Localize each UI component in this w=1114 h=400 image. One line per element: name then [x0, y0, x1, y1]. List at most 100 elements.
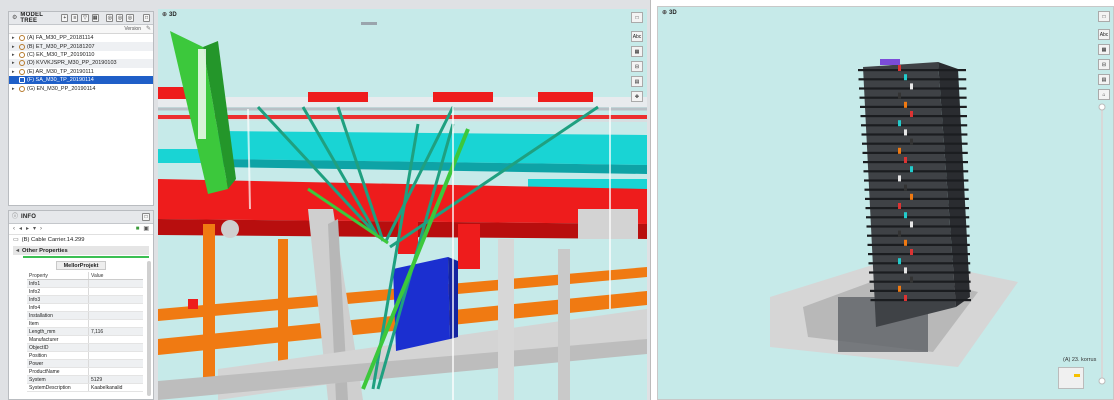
- expand-caret-icon[interactable]: ▸: [12, 44, 17, 50]
- filter-icon[interactable]: ▽: [81, 14, 89, 22]
- column-settings-icon[interactable]: ✎: [146, 25, 151, 32]
- property-row[interactable]: Item: [27, 320, 143, 328]
- layers-icon[interactable]: ≡: [71, 14, 79, 22]
- version-column-label[interactable]: Version: [124, 26, 141, 32]
- grid-icon[interactable]: ▦: [91, 14, 99, 22]
- document-icon[interactable]: ▤: [1098, 74, 1110, 85]
- property-row[interactable]: ObjectID: [27, 344, 143, 352]
- property-row[interactable]: Info4: [27, 304, 143, 312]
- property-name: Position: [27, 352, 89, 359]
- grid-toggle-icon[interactable]: ▦: [631, 46, 643, 57]
- property-row[interactable]: Installation: [27, 312, 143, 320]
- add-model-icon[interactable]: +: [61, 14, 69, 22]
- property-row[interactable]: ProductName: [27, 368, 143, 376]
- navigation-cube[interactable]: [1058, 367, 1084, 389]
- value-column-header[interactable]: Value: [89, 272, 143, 279]
- previous-icon[interactable]: ‹: [13, 226, 15, 232]
- riser-segment: [898, 203, 901, 209]
- maximize-viewport-button[interactable]: □: [1098, 11, 1110, 22]
- expand-caret-icon[interactable]: ▸: [12, 86, 17, 92]
- riser-segment: [910, 138, 913, 145]
- right-3d-viewport[interactable]: ⊕ 3D □ Abc ▦ ⊟ ▤ ⌂ (A) 23. korrus: [657, 6, 1114, 400]
- floor-slab: [867, 243, 970, 246]
- mep-model-closeup[interactable]: [158, 9, 647, 400]
- pan-icon[interactable]: ✥: [631, 91, 643, 102]
- document-icon[interactable]: ▤: [631, 76, 643, 87]
- expand-caret-icon[interactable]: ▸: [12, 52, 17, 58]
- expand-caret-icon[interactable]: ▸: [12, 35, 17, 41]
- floor-slab: [866, 225, 970, 228]
- property-row[interactable]: Info1: [27, 280, 143, 288]
- riser-segment: [910, 276, 913, 283]
- info-panel: ⓘ INFO □ ‹ ◂ ▸ ▾ › ■ ▣ ▭ (B) Cable Carri…: [8, 210, 154, 400]
- tree-item-f[interactable]: (F) SA_M30_TP_20190114: [9, 75, 153, 85]
- riser-segment: [910, 83, 913, 90]
- info-header: ⓘ INFO □: [9, 211, 153, 224]
- tree-item-a[interactable]: ▸ (A) FA_M30_PP_20181114: [9, 34, 153, 42]
- property-name: Info1: [27, 280, 89, 287]
- tree-item-c[interactable]: ▸ (C) EK_M30_TP_20190110: [9, 51, 153, 59]
- tree-item-d[interactable]: ▸ (D) KVVKJSPR_M30_PP_20190103: [9, 59, 153, 68]
- property-row[interactable]: Info2: [27, 288, 143, 296]
- floor-slab: [870, 289, 971, 292]
- property-name: SystemDescription: [27, 384, 89, 391]
- expand-caret-icon[interactable]: ▸: [12, 60, 17, 66]
- property-row[interactable]: Position: [27, 352, 143, 360]
- viewport-title-label: 3D: [669, 10, 677, 16]
- tree-item-g[interactable]: ▸ (G) EN_M30_PP_20190114: [9, 84, 153, 92]
- floor-slab: [861, 133, 968, 136]
- properties-icon[interactable]: ■: [136, 226, 140, 232]
- floor-slab: [867, 234, 970, 237]
- properties-table: Property Value Info1 Info2 Info3 Info4 Insta…: [27, 272, 143, 392]
- section-box-icon[interactable]: ⊟: [1098, 59, 1110, 70]
- floor-slab: [869, 271, 971, 274]
- property-column-header[interactable]: Property: [27, 272, 89, 279]
- attachment-icon[interactable]: ▣: [143, 226, 149, 232]
- section-box-icon[interactable]: ⊟: [631, 61, 643, 72]
- next-icon[interactable]: ›: [40, 226, 42, 232]
- grid-toggle-icon[interactable]: ▦: [1098, 44, 1110, 55]
- riser-segment: [898, 175, 901, 182]
- settings-icon[interactable]: ◎: [106, 14, 114, 22]
- property-row[interactable]: Power: [27, 360, 143, 368]
- property-row[interactable]: System 5129: [27, 376, 143, 384]
- property-row[interactable]: Length_mm 7,116: [27, 328, 143, 336]
- dropdown-icon[interactable]: ▾: [33, 226, 36, 232]
- maximize-viewport-button[interactable]: □: [631, 12, 643, 23]
- text-annotation-button[interactable]: Abc: [631, 31, 643, 42]
- maximize-panel-icon[interactable]: □: [142, 14, 150, 22]
- floor-slab: [860, 105, 967, 108]
- zoom-slider-handle: [1098, 103, 1106, 111]
- properties-rows: Info1 Info2 Info3 Info4 Installation Item Leng…: [27, 280, 143, 392]
- property-value: [89, 336, 143, 343]
- property-name: Manufacturer: [27, 336, 89, 343]
- left-3d-viewport[interactable]: ⊕ 3D □ Abc ▦ ⊟ ▤ ✥: [158, 9, 647, 400]
- viewport-title-label: 3D: [169, 12, 177, 18]
- tree-item-e[interactable]: ▸ (E) AR_M30_TP_20190111: [9, 68, 153, 76]
- current-floor-label: (A) 23. korrus: [1063, 357, 1097, 363]
- floor-filter-icon[interactable]: ⌂: [1098, 89, 1110, 100]
- info-scrollbar[interactable]: [147, 261, 151, 396]
- property-row[interactable]: Info3: [27, 296, 143, 304]
- property-value: [89, 304, 143, 311]
- other-properties-section[interactable]: ◂ Other Properties: [13, 246, 149, 255]
- maximize-panel-icon[interactable]: □: [142, 213, 150, 221]
- tree-item-b[interactable]: ▸ (B) ET_M30_PP_20181207: [9, 42, 153, 51]
- riser-segment: [910, 249, 913, 255]
- forward-icon[interactable]: ▸: [26, 226, 29, 232]
- viewport-title: ⊕ 3D: [662, 10, 677, 16]
- property-row[interactable]: Manufacturer: [27, 336, 143, 344]
- property-group-tab[interactable]: MellorProjekt: [56, 261, 106, 270]
- lock-icon[interactable]: ◎: [126, 14, 134, 22]
- riser-segment: [898, 120, 901, 127]
- collapse-icon[interactable]: ◂: [16, 248, 19, 254]
- info-title: INFO: [21, 214, 37, 220]
- building-model-overview[interactable]: [658, 7, 1114, 400]
- sync-icon[interactable]: ◎: [116, 14, 124, 22]
- text-annotation-button[interactable]: Abc: [1098, 29, 1110, 40]
- property-row[interactable]: SystemDescription Kaabelkanalid: [27, 384, 143, 392]
- back-icon[interactable]: ◂: [19, 226, 22, 232]
- expand-caret-icon[interactable]: ▸: [12, 69, 17, 75]
- model-tree-icon: ⚙: [12, 15, 18, 21]
- tree-item-label: (F) SA_M30_TP_20190114: [27, 77, 94, 84]
